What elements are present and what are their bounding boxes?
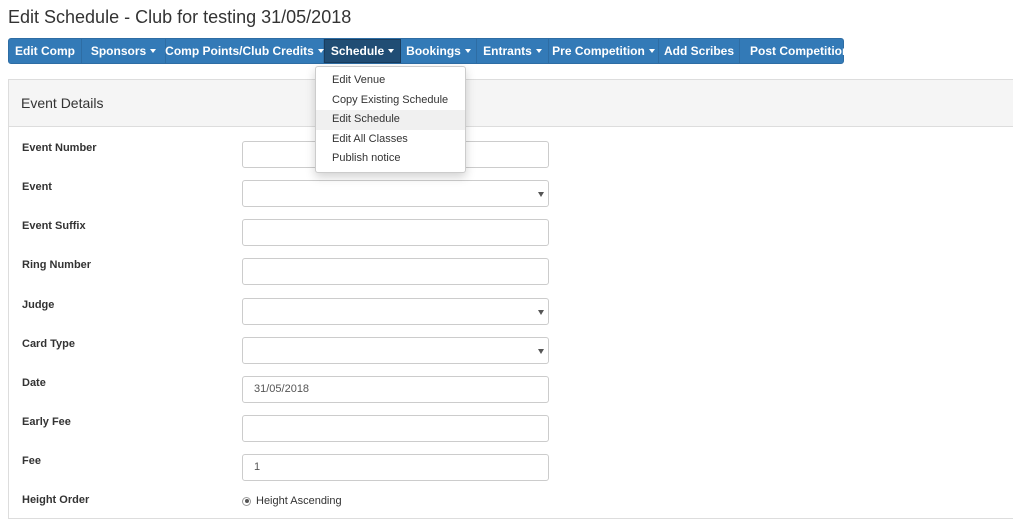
caret-down-icon (150, 49, 157, 53)
nav-bookings[interactable]: Bookings (401, 39, 477, 63)
menu-item-edit-venue[interactable]: Edit Venue (316, 71, 465, 91)
nav-pre-competition[interactable]: Pre Competition (549, 39, 659, 63)
event-suffix-label: Event Suffix (22, 220, 86, 232)
judge-select[interactable] (242, 298, 549, 325)
panel-heading: Event Details (9, 80, 1013, 127)
early-fee-input[interactable] (242, 415, 549, 442)
event-suffix-input[interactable] (242, 219, 549, 246)
radio-dot (244, 499, 249, 503)
main-nav: Edit Comp Sponsors Comp Points/Club Cred… (8, 38, 860, 64)
select-arrow-icon (538, 309, 544, 315)
select-arrow-icon (538, 191, 544, 197)
caret-down-icon (388, 49, 395, 53)
caret-down-icon (317, 49, 324, 53)
caret-down-icon (648, 49, 655, 53)
caret-down-icon (464, 49, 471, 53)
nav-label: Post Competition (750, 44, 850, 58)
nav-label: Schedule (330, 44, 385, 58)
nav-post-competition[interactable]: Post Competition (740, 39, 869, 63)
nav-label: Comp Points/Club Credits (165, 44, 314, 58)
event-label: Event (22, 181, 52, 193)
nav-label: Entrants (483, 44, 532, 58)
nav-label: Add Scribes (663, 44, 735, 58)
nav-label: Pre Competition (552, 44, 645, 58)
ring-number-input[interactable] (242, 258, 549, 285)
card-type-label: Card Type (22, 338, 75, 350)
menu-item-publish-notice[interactable]: Publish notice (316, 149, 465, 169)
menu-item-edit-schedule[interactable]: Edit Schedule (316, 110, 465, 130)
date-input[interactable]: 31/05/2018 (242, 376, 549, 403)
page-title: Edit Schedule - Club for testing 31/05/2… (8, 7, 352, 27)
event-number-label: Event Number (22, 142, 97, 154)
nav-entrants[interactable]: Entrants (477, 39, 549, 63)
height-ascending-label: Height Ascending (256, 495, 342, 507)
height-ascending-radio[interactable]: Height Ascending (242, 495, 342, 507)
radio-selected-icon[interactable] (242, 496, 251, 506)
event-select[interactable] (242, 180, 549, 207)
height-order-label: Height Order (22, 494, 90, 506)
nav-sponsors[interactable]: Sponsors (82, 39, 166, 63)
early-fee-label: Early Fee (22, 416, 71, 428)
judge-label: Judge (22, 299, 55, 311)
select-arrow-icon (538, 348, 544, 354)
fee-input[interactable]: 1 (242, 454, 549, 481)
date-label: Date (22, 377, 46, 389)
nav-add-scribes[interactable]: Add Scribes (659, 39, 740, 63)
ring-number-label: Ring Number (22, 259, 92, 271)
nav-label: Edit Comp (15, 44, 75, 58)
caret-down-icon (853, 49, 860, 53)
nav-schedule[interactable]: Schedule (324, 39, 401, 63)
nav-comp-points[interactable]: Comp Points/Club Credits (165, 39, 324, 63)
menu-item-edit-all-classes[interactable]: Edit All Classes (316, 130, 465, 150)
fee-label: Fee (22, 455, 41, 467)
nav-edit-comp[interactable]: Edit Comp (9, 39, 82, 63)
schedule-dropdown-menu: Edit Venue Copy Existing Schedule Edit S… (315, 66, 466, 173)
caret-down-icon (535, 49, 542, 53)
nav-label: Bookings (406, 44, 461, 58)
menu-item-copy-existing-schedule[interactable]: Copy Existing Schedule (316, 91, 465, 111)
event-details-panel: Event Details Event Number Event Event S… (8, 79, 1013, 519)
nav-label: Sponsors (90, 44, 147, 58)
card-type-select[interactable] (242, 337, 549, 364)
